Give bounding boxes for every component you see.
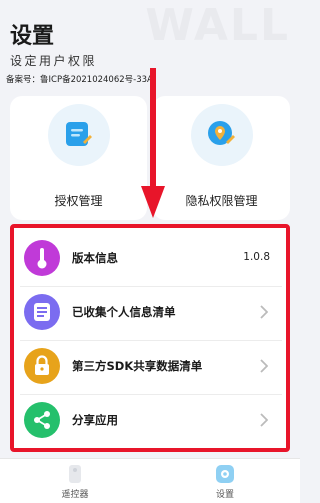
list-item-label: 版本信息 bbox=[72, 251, 118, 265]
list-icon bbox=[34, 303, 50, 321]
divider bbox=[20, 340, 282, 341]
icp-record[interactable]: 备案号：鲁ICP备2021024062号-33A bbox=[6, 73, 153, 85]
share-icon bbox=[34, 411, 50, 429]
card-label: 授权管理 bbox=[54, 194, 103, 208]
sdk-badge bbox=[24, 348, 60, 384]
chevron-right-icon bbox=[260, 359, 268, 373]
chevron-right-icon bbox=[260, 305, 268, 319]
tab-remote[interactable]: 遥控器 bbox=[0, 459, 150, 503]
remote-icon bbox=[69, 465, 81, 483]
version-value: 1.0.8 bbox=[243, 251, 270, 263]
card-label: 隐私权限管理 bbox=[185, 194, 258, 208]
chevron-right-icon bbox=[260, 413, 268, 427]
list-item-personal-info[interactable]: 已收集个人信息清单 bbox=[20, 290, 282, 334]
authorization-management-card[interactable]: 授权管理 bbox=[10, 96, 147, 220]
tab-settings[interactable]: 设置 bbox=[150, 459, 300, 503]
tab-label: 设置 bbox=[215, 490, 234, 500]
page-subtitle: 设定用户权限 bbox=[10, 54, 98, 68]
annotation-arrow-icon bbox=[141, 68, 165, 218]
page-title: 设置 bbox=[10, 24, 55, 49]
list-item-version[interactable]: 版本信息 1.0.8 bbox=[20, 236, 282, 280]
thermometer-icon bbox=[37, 248, 47, 269]
tab-label: 遥控器 bbox=[61, 490, 89, 500]
bottom-tab-bar: 遥控器 设置 bbox=[0, 458, 300, 503]
list-item-sdk-data[interactable]: 第三方SDK共享数据清单 bbox=[20, 344, 282, 388]
list-item-label: 第三方SDK共享数据清单 bbox=[72, 359, 203, 373]
settings-list: 版本信息 1.0.8 已收集个人信息清单 第三方SDK共享数据清单 分享应用 bbox=[10, 224, 290, 452]
list-item-label: 分享应用 bbox=[72, 413, 118, 427]
authorization-doc-icon bbox=[66, 122, 92, 146]
version-badge bbox=[24, 240, 60, 276]
privacy-management-card[interactable]: 隐私权限管理 bbox=[153, 96, 290, 220]
privacy-location-icon bbox=[208, 121, 235, 145]
divider bbox=[20, 286, 282, 287]
divider bbox=[20, 394, 282, 395]
share-badge bbox=[24, 402, 60, 438]
list-item-share-app[interactable]: 分享应用 bbox=[20, 398, 282, 442]
personal-info-badge bbox=[24, 294, 60, 330]
settings-icon bbox=[216, 465, 234, 483]
lock-icon bbox=[35, 355, 49, 375]
list-item-label: 已收集个人信息清单 bbox=[72, 305, 176, 319]
